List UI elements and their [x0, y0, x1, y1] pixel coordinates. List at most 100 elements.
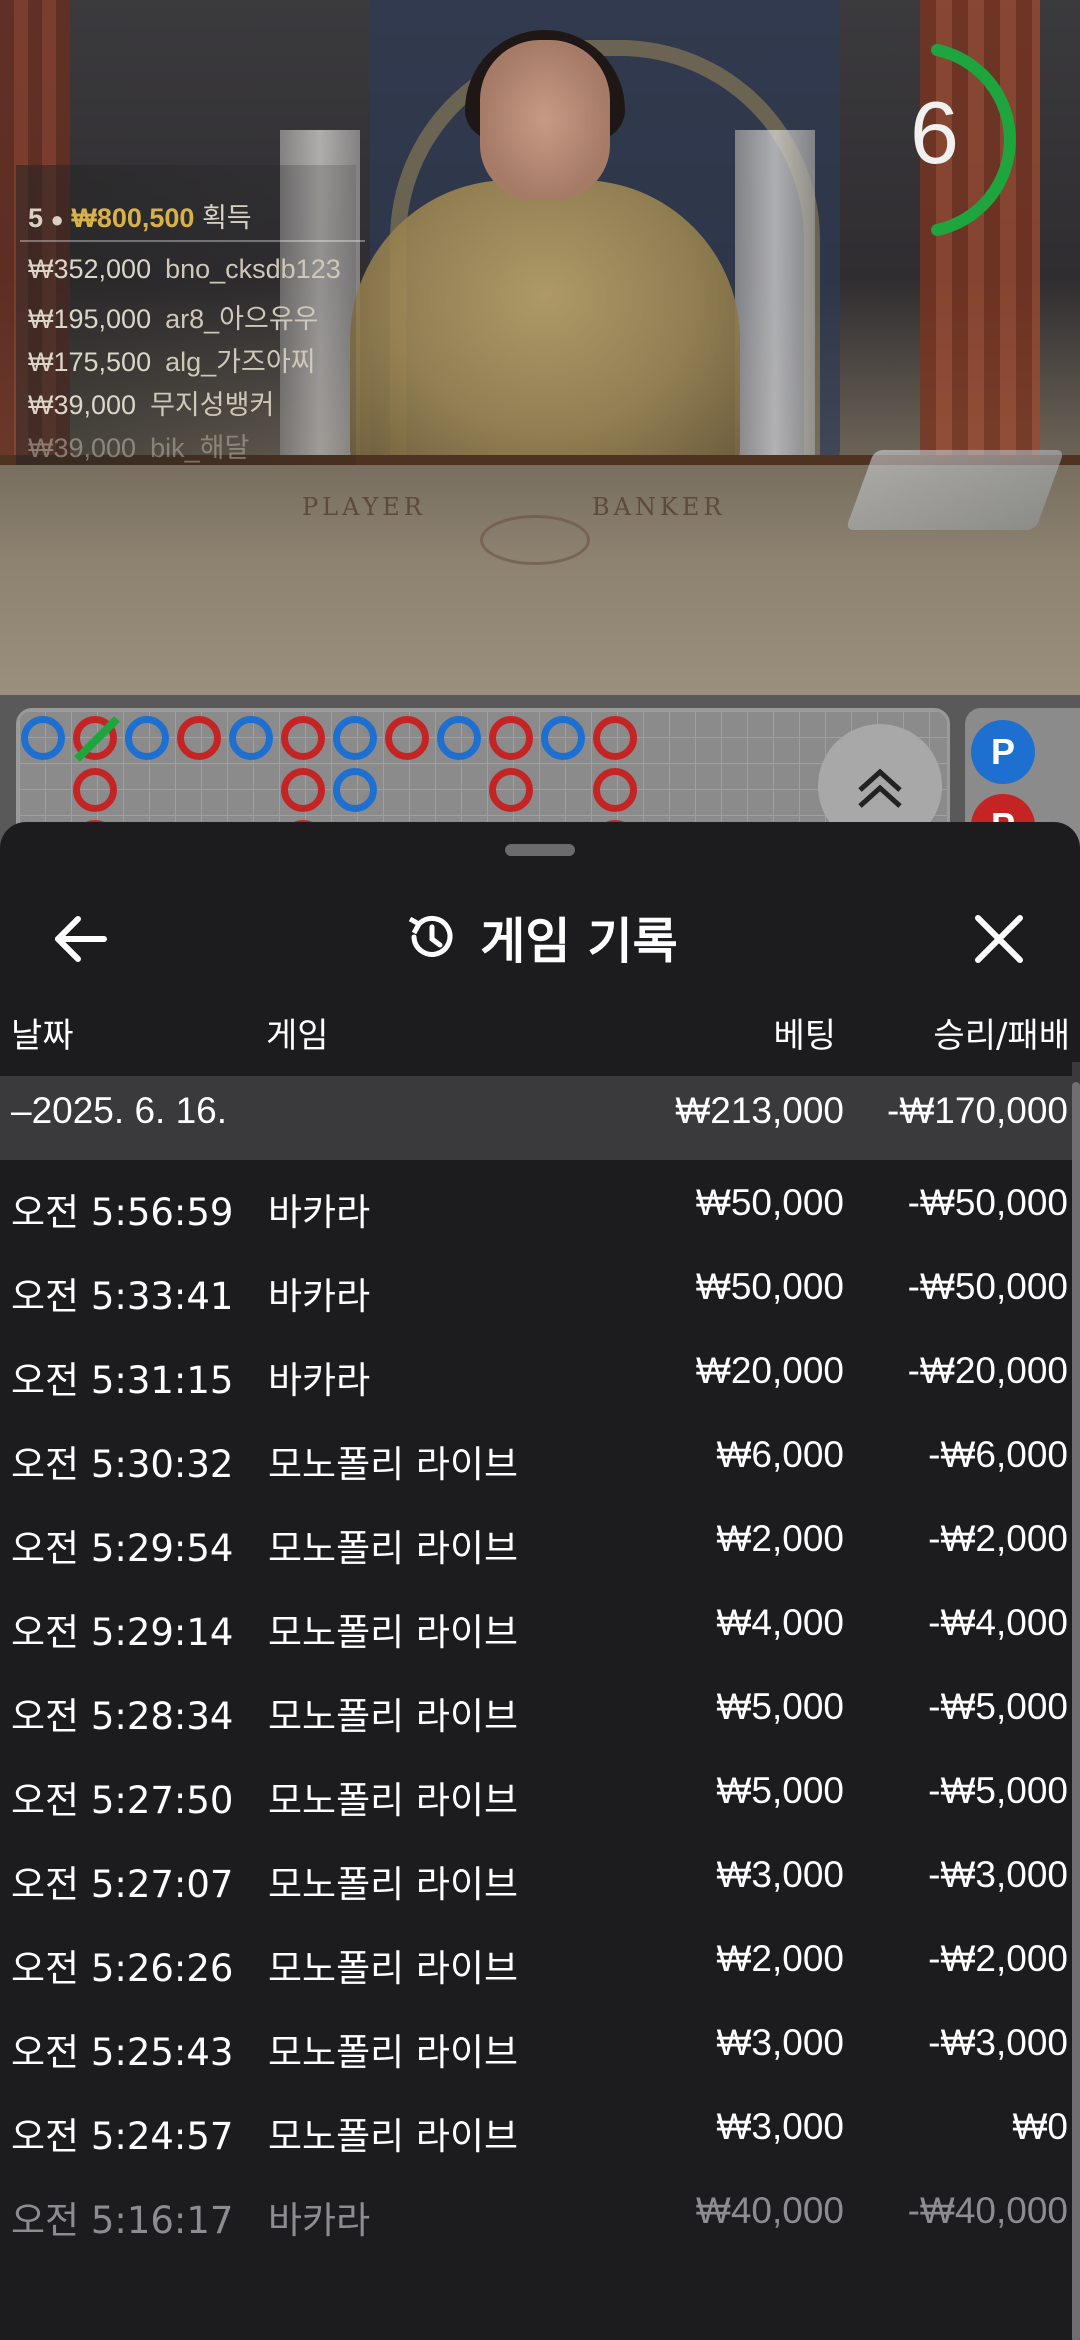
bead-player	[125, 716, 169, 760]
sheet-header: 게임 기록	[0, 872, 1080, 1002]
bead-banker	[593, 768, 637, 812]
row-game: 모노폴리 라이브	[268, 1443, 519, 1486]
column-header-date: 날짜	[11, 1016, 74, 1056]
countdown-value: 6	[910, 83, 959, 182]
sheet-drag-handle[interactable]	[505, 844, 575, 856]
row-game: 모노폴리 라이브	[268, 1947, 519, 1990]
history-row[interactable]: 오전 5:27:07 모노폴리 라이브 ₩3,000 -₩3,000	[0, 1844, 1080, 1928]
row-game: 모노폴리 라이브	[268, 1611, 519, 1654]
history-row[interactable]: 오전 5:25:43 모노폴리 라이브 ₩3,000 -₩3,000	[0, 2012, 1080, 2096]
history-scrollbar[interactable]	[1072, 1062, 1080, 2340]
winner-user: alg_가즈아찌	[165, 347, 316, 377]
winner-amount: ₩195,000	[28, 304, 152, 334]
history-row[interactable]: 오전 5:33:41 바카라 ₩50,000 -₩50,000	[0, 1256, 1080, 1340]
winners-total: ₩800,500	[71, 203, 195, 233]
column-header-bet: 베팅	[773, 1016, 836, 1056]
history-row[interactable]: 오전 5:27:50 모노폴리 라이브 ₩5,000 -₩5,000	[0, 1760, 1080, 1844]
column-header-game: 게임	[266, 1016, 329, 1056]
row-bet: ₩2,000	[716, 1518, 844, 1559]
winner-amount: ₩352,000	[28, 254, 152, 284]
live-video: PLAYER BANKER 6 5 ● ₩800,500 획득 ₩352,000…	[0, 0, 1080, 695]
row-win-loss: -₩2,000	[928, 1518, 1068, 1559]
history-list: 오전 5:56:59 바카라 ₩50,000 -₩50,000 오전 5:33:41 바…	[0, 1172, 1080, 2264]
scrollbar-thumb[interactable]	[1072, 1082, 1080, 2340]
row-game: 바카라	[268, 2199, 371, 2242]
history-row[interactable]: 오전 5:29:14 모노폴리 라이브 ₩4,000 -₩4,000	[0, 1592, 1080, 1676]
row-game: 모노폴리 라이브	[268, 2115, 519, 2158]
bead-player	[229, 716, 273, 760]
winner-user: ar8_아으유우	[165, 304, 319, 334]
row-win-loss: -₩3,000	[928, 1854, 1068, 1895]
winners-divider	[20, 240, 365, 242]
row-bet: ₩50,000	[695, 1266, 844, 1307]
close-icon	[975, 915, 1023, 963]
row-win-loss: -₩4,000	[928, 1602, 1068, 1643]
bead-banker	[593, 716, 637, 760]
history-icon	[409, 915, 453, 957]
close-button[interactable]	[954, 894, 1044, 984]
bead-banker	[177, 716, 221, 760]
row-time: 오전 5:31:15	[11, 1359, 234, 1402]
row-win-loss: -₩5,000	[928, 1770, 1068, 1811]
history-row[interactable]: 오전 5:26:26 모노폴리 라이브 ₩2,000 -₩2,000	[0, 1928, 1080, 2012]
bead-banker	[385, 716, 429, 760]
winners-summary: 5 ● ₩800,500 획득	[28, 196, 252, 235]
row-win-loss: -₩20,000	[907, 1350, 1068, 1391]
row-bet: ₩3,000	[716, 2106, 844, 2147]
history-row[interactable]: 오전 5:24:57 모노폴리 라이브 ₩3,000 ₩0	[0, 2096, 1080, 2180]
row-game: 바카라	[268, 1275, 371, 1318]
row-win-loss: -₩6,000	[928, 1434, 1068, 1475]
row-game: 바카라	[268, 1191, 371, 1234]
bead-banker	[281, 716, 325, 760]
winner-row: ₩39,000 무지성뱅커	[28, 383, 274, 422]
row-time: 오전 5:16:17	[11, 2199, 234, 2242]
person-icon: ●	[50, 207, 64, 232]
history-row[interactable]: 오전 5:31:15 바카라 ₩20,000 -₩20,000	[0, 1340, 1080, 1424]
table-banker-label: BANKER	[592, 493, 726, 521]
winner-user: bik_해달	[150, 433, 250, 463]
winner-row: ₩175,500 alg_가즈아찌	[28, 340, 316, 379]
date-group-date: –2025. 6. 16.	[11, 1090, 228, 1131]
chevrons-up-icon	[858, 768, 902, 808]
row-bet: ₩3,000	[716, 1854, 844, 1895]
row-time: 오전 5:56:59	[11, 1191, 234, 1234]
row-bet: ₩50,000	[695, 1182, 844, 1223]
row-time: 오전 5:29:54	[11, 1527, 234, 1570]
sheet-title: 게임 기록	[480, 912, 678, 970]
bead-banker	[281, 768, 325, 812]
row-game: 모노폴리 라이브	[268, 1779, 519, 1822]
bead-player	[21, 716, 65, 760]
tie-slash-icon	[74, 716, 120, 762]
row-time: 오전 5:24:57	[11, 2115, 234, 2158]
table-crest	[480, 515, 590, 565]
history-row[interactable]: 오전 5:56:59 바카라 ₩50,000 -₩50,000	[0, 1172, 1080, 1256]
bead-banker	[489, 768, 533, 812]
winner-amount: ₩39,000	[28, 390, 137, 420]
side-player-badge: P	[971, 720, 1035, 784]
history-row[interactable]: 오전 5:29:54 모노폴리 라이브 ₩2,000 -₩2,000	[0, 1508, 1080, 1592]
row-time: 오전 5:30:32	[11, 1443, 234, 1486]
row-game: 모노폴리 라이브	[268, 2031, 519, 2074]
date-group-win-loss: -₩170,000	[887, 1090, 1068, 1131]
row-bet: ₩20,000	[695, 1350, 844, 1391]
row-bet: ₩3,000	[716, 2022, 844, 2063]
bead-player	[333, 716, 377, 760]
row-time: 오전 5:28:34	[11, 1695, 234, 1738]
winner-user: bno_cksdb123	[165, 254, 341, 284]
row-time: 오전 5:33:41	[11, 1275, 234, 1318]
row-bet: ₩5,000	[716, 1770, 844, 1811]
bead-player	[541, 716, 585, 760]
row-game: 바카라	[268, 1359, 371, 1402]
dealer-body	[350, 180, 740, 470]
row-time: 오전 5:26:26	[11, 1947, 234, 1990]
winner-row: ₩39,000 bik_해달	[28, 426, 249, 465]
row-win-loss: -₩2,000	[928, 1938, 1068, 1979]
history-row[interactable]: 오전 5:16:17 바카라 ₩40,000 -₩40,000	[0, 2180, 1080, 2264]
history-row[interactable]: 오전 5:30:32 모노폴리 라이브 ₩6,000 -₩6,000	[0, 1424, 1080, 1508]
row-game: 모노폴리 라이브	[268, 1695, 519, 1738]
card-shoe	[845, 450, 1065, 530]
bead-banker	[73, 768, 117, 812]
date-group-row[interactable]: –2025. 6. 16. ₩213,000 -₩170,000	[0, 1076, 1080, 1160]
history-row[interactable]: 오전 5:28:34 모노폴리 라이브 ₩5,000 -₩5,000	[0, 1676, 1080, 1760]
row-time: 오전 5:29:14	[11, 1611, 234, 1654]
